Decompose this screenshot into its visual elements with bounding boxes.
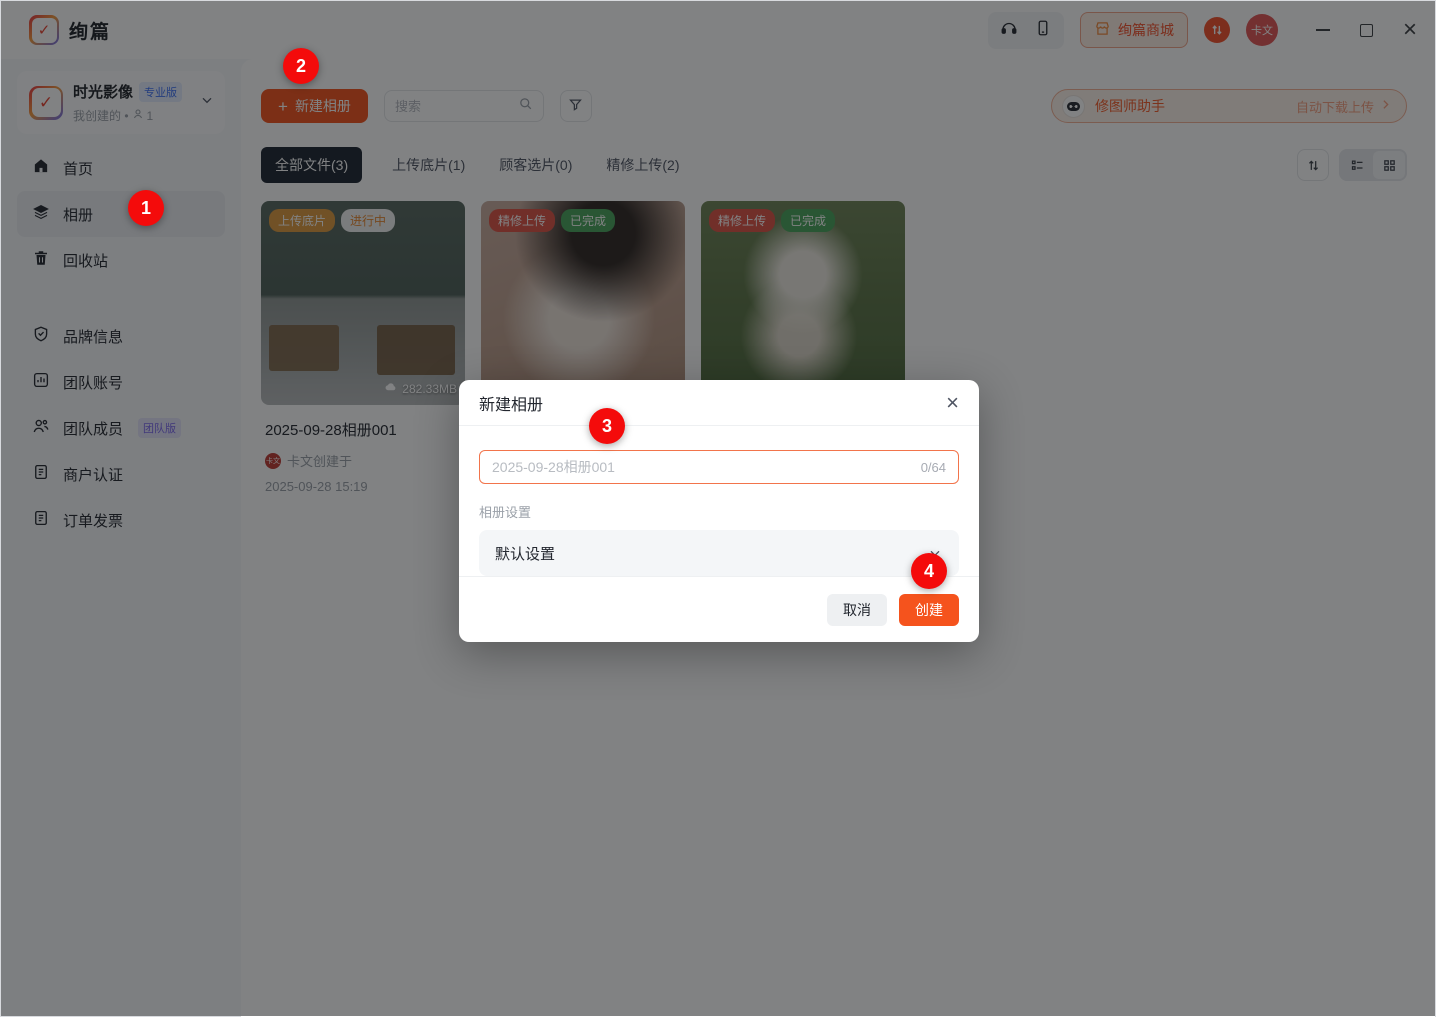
album-settings-select[interactable]: 默认设置	[479, 530, 959, 576]
app-window: ✓ 绚篇 绚篇商城 卡文	[0, 0, 1436, 1017]
tutorial-step-4-badge: 4	[911, 553, 947, 589]
char-counter: 0/64	[921, 460, 946, 475]
selected-setting: 默认设置	[495, 543, 555, 564]
create-button[interactable]: 创建	[899, 594, 959, 626]
album-name-field: 0/64	[479, 450, 959, 484]
album-name-input[interactable]	[492, 459, 913, 475]
modal-close-icon[interactable]: ×	[946, 392, 959, 414]
new-album-modal: 新建相册 × 0/64 相册设置 默认设置 取消 创建	[459, 380, 979, 642]
modal-title: 新建相册	[479, 391, 543, 415]
tutorial-step-3-badge: 3	[589, 408, 625, 444]
cancel-button[interactable]: 取消	[827, 594, 887, 626]
tutorial-step-1-badge: 1	[128, 190, 164, 226]
tutorial-step-2-badge: 2	[283, 48, 319, 84]
album-settings-label: 相册设置	[479, 502, 959, 521]
